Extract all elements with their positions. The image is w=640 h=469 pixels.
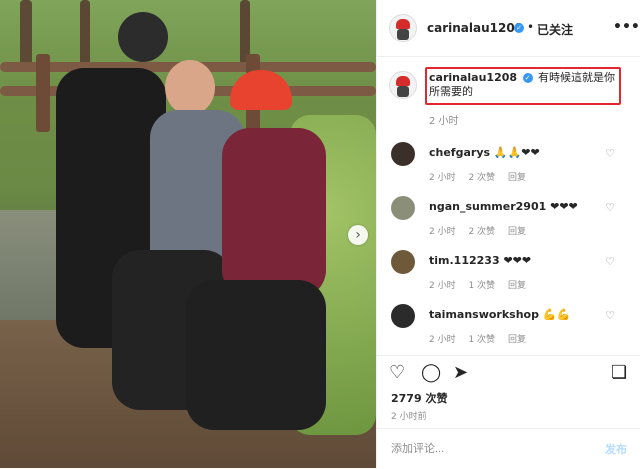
comment-input[interactable] — [391, 441, 581, 457]
like-comment-icon[interactable]: ♡ — [605, 309, 615, 322]
follow-button[interactable]: 已关注 — [537, 21, 573, 38]
add-comment-bar: 发布 — [377, 428, 640, 469]
like-comment-icon[interactable]: ♡ — [605, 201, 615, 214]
more-options-icon[interactable]: ••• — [613, 19, 640, 35]
instagram-post: › carinalau1208 ✓ • 已关注 ••• carinalau120… — [0, 0, 640, 468]
comment-username[interactable]: chefgarys — [429, 146, 490, 159]
comment-username[interactable]: tim.112233 — [429, 254, 500, 267]
post-sidebar: carinalau1208 ✓ • 已关注 ••• carinalau1208 … — [376, 0, 640, 468]
comment-username[interactable]: ngan_summer2901 — [429, 200, 546, 213]
comment-likes[interactable]: 2 次赞 — [468, 173, 495, 183]
comment-item: tim.112233 ❤❤❤ 2 小时 1 次赞 回复 ♡ — [377, 250, 640, 304]
post-header: carinalau1208 ✓ • 已关注 ••• — [377, 0, 640, 57]
comment-time: 2 小时 — [429, 281, 456, 291]
comment-avatar[interactable] — [391, 304, 415, 328]
comment-text: ❤❤❤ — [503, 254, 532, 267]
post-comment-button[interactable]: 发布 — [605, 441, 627, 457]
share-icon[interactable]: ➤ — [453, 362, 468, 383]
comment-meta: 2 小时 1 次赞 回复 — [429, 332, 536, 345]
person-red-hat — [230, 70, 292, 110]
verified-icon: ✓ — [514, 23, 524, 33]
reply-button[interactable]: 回复 — [508, 173, 526, 183]
tree-trunk — [20, 0, 32, 70]
caption-username[interactable]: carinalau1208 — [429, 71, 517, 84]
comment-likes[interactable]: 1 次赞 — [468, 281, 495, 291]
person-hat — [118, 12, 168, 62]
comment-text: 🙏🙏❤❤ — [493, 146, 540, 159]
comment-item: chefgarys 🙏🙏❤❤ 2 小时 2 次赞 回复 ♡ — [377, 142, 640, 196]
comment-content: chefgarys 🙏🙏❤❤ — [429, 146, 540, 159]
comment-time: 2 小时 — [429, 335, 456, 345]
comment-time: 2 小时 — [429, 173, 456, 183]
comment-text: 💪💪 — [542, 308, 571, 321]
next-photo-button[interactable]: › — [348, 225, 368, 245]
fence-post — [36, 54, 50, 132]
caption-avatar[interactable] — [389, 71, 417, 99]
comment-icon[interactable]: ◯ — [421, 362, 441, 383]
comment-avatar[interactable] — [391, 196, 415, 220]
comment-content: ngan_summer2901 ❤❤❤ — [429, 200, 578, 213]
comment-avatar[interactable] — [391, 250, 415, 274]
comment-likes[interactable]: 2 次赞 — [468, 227, 495, 237]
caption: carinalau1208 ✓ 有時候這就是你所需要的 — [429, 71, 617, 99]
reply-button[interactable]: 回复 — [508, 227, 526, 237]
verified-icon: ✓ — [522, 73, 533, 83]
comment-item: ngan_summer2901 ❤❤❤ 2 小时 2 次赞 回复 ♡ — [377, 196, 640, 250]
comment-item: taimansworkshop 💪💪 2 小时 1 次赞 回复 ♡ — [377, 304, 640, 358]
comment-meta: 2 小时 1 次赞 回复 — [429, 278, 536, 291]
comment-likes[interactable]: 1 次赞 — [468, 335, 495, 345]
chevron-right-icon: › — [355, 227, 361, 243]
comment-time: 2 小时 — [429, 227, 456, 237]
comment-meta: 2 小时 2 次赞 回复 — [429, 224, 536, 237]
like-comment-icon[interactable]: ♡ — [605, 147, 615, 160]
header-username[interactable]: carinalau1208 — [427, 21, 523, 35]
comment-content: taimansworkshop 💪💪 — [429, 308, 570, 321]
comment-username[interactable]: taimansworkshop — [429, 308, 539, 321]
person-woman-legs — [186, 280, 326, 430]
reply-button[interactable]: 回复 — [508, 335, 526, 345]
comment-meta: 2 小时 2 次赞 回复 — [429, 170, 536, 183]
separator-dot: • — [527, 20, 535, 34]
post-time: 2 小时前 — [391, 412, 427, 422]
comment-content: tim.112233 ❤❤❤ — [429, 254, 531, 267]
tree-trunk — [80, 0, 90, 70]
like-comment-icon[interactable]: ♡ — [605, 255, 615, 268]
person-face — [165, 60, 215, 115]
comment-text: ❤❤❤ — [550, 200, 578, 213]
heart-icon[interactable]: ♡ — [389, 362, 405, 383]
post-photo: › — [0, 0, 376, 468]
avatar[interactable] — [389, 14, 417, 42]
comment-avatar[interactable] — [391, 142, 415, 166]
reply-button[interactable]: 回复 — [508, 281, 526, 291]
caption-time: 2 小时 — [429, 116, 459, 127]
likes-count[interactable]: 2779 次赞 — [391, 390, 447, 406]
save-icon[interactable]: ❏ — [611, 362, 627, 383]
person-woman-right — [222, 128, 326, 298]
